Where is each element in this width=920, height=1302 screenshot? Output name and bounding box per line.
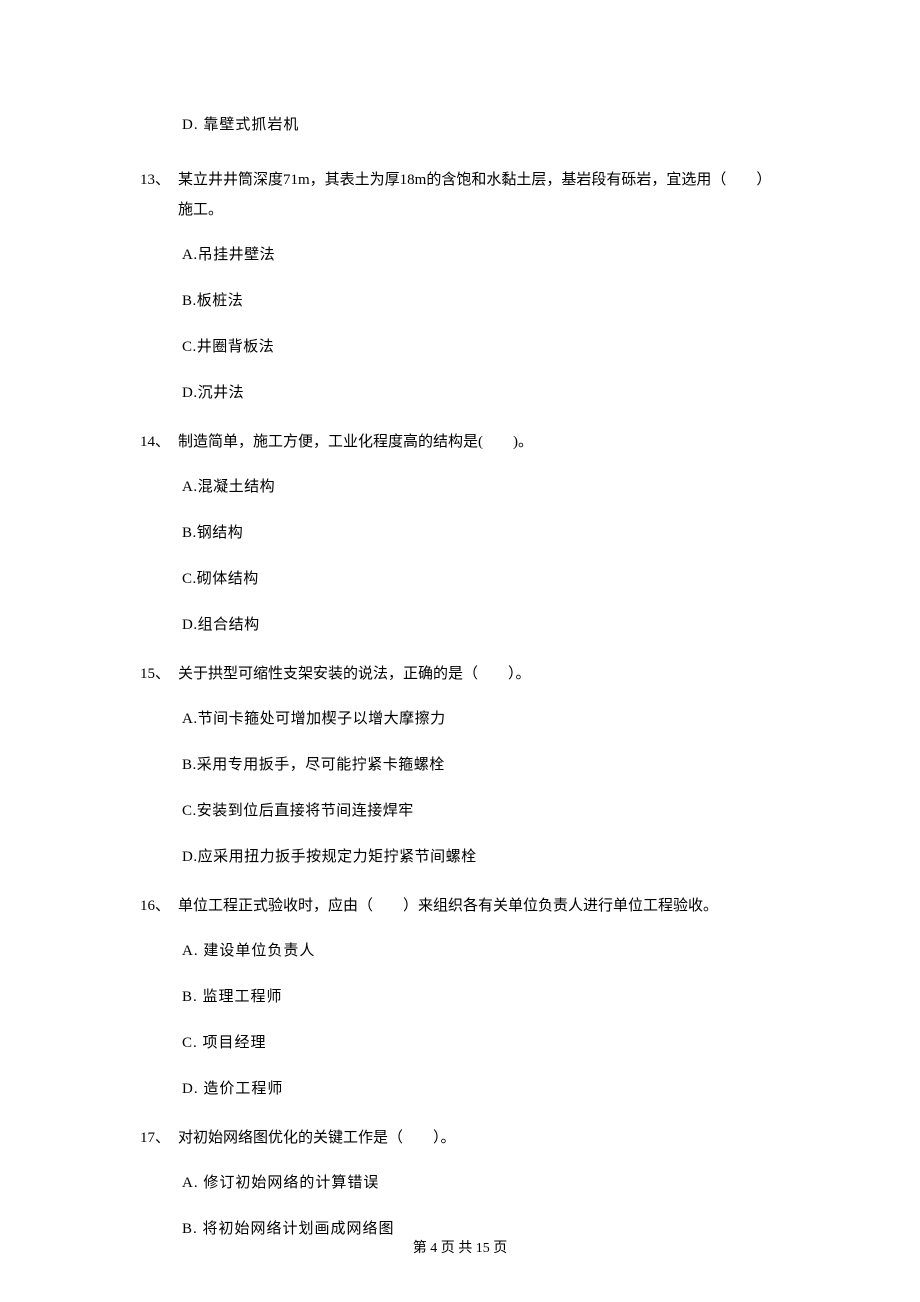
option-a: A.节间卡箍处可增加楔子以增大摩擦力 [182,707,780,731]
option-a: A.吊挂井壁法 [182,243,780,267]
orphan-option-d: D. 靠壁式抓岩机 [182,113,780,137]
question-stem: 15、 关于拱型可缩性支架安装的说法，正确的是（ ）。 [140,659,780,689]
option-a: A.混凝土结构 [182,475,780,499]
option-d: D. 造价工程师 [182,1077,780,1101]
option-d: D.应采用扭力扳手按规定力矩拧紧节间螺栓 [182,845,780,869]
option-c: C.砌体结构 [182,567,780,591]
options-list: A.混凝土结构 B.钢结构 C.砌体结构 D.组合结构 [182,475,780,637]
question-number: 16、 [140,891,178,921]
question-14: 14、 制造简单，施工方便，工业化程度高的结构是( )。 A.混凝土结构 B.钢… [140,427,780,637]
option-b: B.板桩法 [182,289,780,313]
question-16: 16、 单位工程正式验收时，应由（ ）来组织各有关单位负责人进行单位工程验收。 … [140,891,780,1101]
option-c: C.井圈背板法 [182,335,780,359]
question-text: 某立井井筒深度71m，其表土为厚18m的含饱和水黏土层，基岩段有砾岩，宜选用（ … [178,165,780,225]
options-list: A. 修订初始网络的计算错误 B. 将初始网络计划画成网络图 [182,1171,780,1241]
option-a: A. 修订初始网络的计算错误 [182,1171,780,1195]
question-number: 14、 [140,427,178,457]
page-content: D. 靠壁式抓岩机 13、 某立井井筒深度71m，其表土为厚18m的含饱和水黏土… [0,0,920,1241]
question-stem: 14、 制造简单，施工方便，工业化程度高的结构是( )。 [140,427,780,457]
options-list: A.节间卡箍处可增加楔子以增大摩擦力 B.采用专用扳手，尽可能拧紧卡箍螺栓 C.… [182,707,780,869]
option-b: B.采用专用扳手，尽可能拧紧卡箍螺栓 [182,753,780,777]
question-stem: 17、 对初始网络图优化的关键工作是（ ）。 [140,1123,780,1153]
question-13: 13、 某立井井筒深度71m，其表土为厚18m的含饱和水黏土层，基岩段有砾岩，宜… [140,165,780,405]
options-list: A.吊挂井壁法 B.板桩法 C.井圈背板法 D.沉井法 [182,243,780,405]
question-text: 对初始网络图优化的关键工作是（ ）。 [178,1123,780,1153]
question-text: 单位工程正式验收时，应由（ ）来组织各有关单位负责人进行单位工程验收。 [178,891,780,921]
options-list: A. 建设单位负责人 B. 监理工程师 C. 项目经理 D. 造价工程师 [182,939,780,1101]
option-c: C. 项目经理 [182,1031,780,1055]
question-15: 15、 关于拱型可缩性支架安装的说法，正确的是（ ）。 A.节间卡箍处可增加楔子… [140,659,780,869]
question-stem: 16、 单位工程正式验收时，应由（ ）来组织各有关单位负责人进行单位工程验收。 [140,891,780,921]
option-a: A. 建设单位负责人 [182,939,780,963]
page-footer: 第 4 页 共 15 页 [0,1238,920,1260]
question-number: 17、 [140,1123,178,1153]
option-d: D.沉井法 [182,381,780,405]
question-stem: 13、 某立井井筒深度71m，其表土为厚18m的含饱和水黏土层，基岩段有砾岩，宜… [140,165,780,225]
question-number: 15、 [140,659,178,689]
option-d: D.组合结构 [182,613,780,637]
question-text: 制造简单，施工方便，工业化程度高的结构是( )。 [178,427,780,457]
question-text: 关于拱型可缩性支架安装的说法，正确的是（ ）。 [178,659,780,689]
option-b: B. 监理工程师 [182,985,780,1009]
option-c: C.安装到位后直接将节间连接焊牢 [182,799,780,823]
question-17: 17、 对初始网络图优化的关键工作是（ ）。 A. 修订初始网络的计算错误 B.… [140,1123,780,1241]
question-number: 13、 [140,165,178,225]
option-b: B.钢结构 [182,521,780,545]
